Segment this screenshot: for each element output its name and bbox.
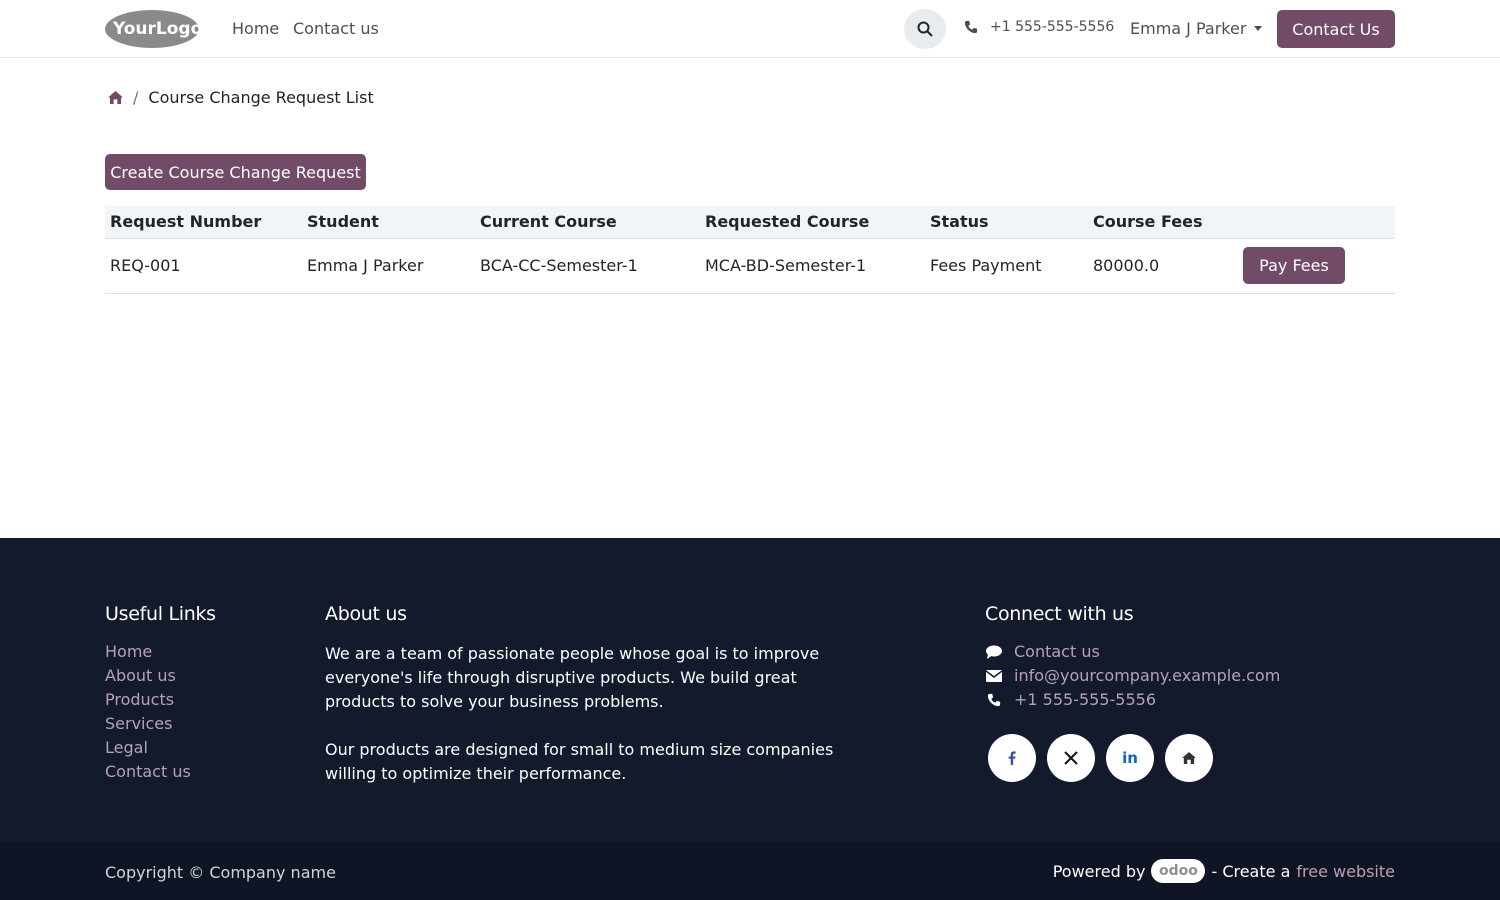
column-header: Student [307,212,379,232]
connect-item: info@yourcompany.example.com [985,666,1280,686]
connect-email-link[interactable]: info@yourcompany.example.com [1014,666,1280,686]
breadcrumb-current: Course Change Request List [148,88,374,107]
connect-item: Contact us [985,642,1280,662]
user-menu[interactable]: Emma J Parker [1130,19,1263,38]
social-links: in [988,734,1213,782]
company-logo[interactable]: YourLogo [105,9,200,49]
column-header: Requested Course [705,212,870,232]
x-icon[interactable] [1047,734,1095,782]
search-icon [917,21,933,37]
search-button[interactable] [904,9,946,49]
footer-link-contact-us[interactable]: Contact us [105,762,191,782]
footer-link-home[interactable]: Home [105,642,191,662]
nav-home[interactable]: Home [232,19,279,38]
about-paragraph-1: We are a team of passionate people whose… [325,644,820,711]
connect-title: Connect with us [985,603,1134,625]
site-header: YourLogo Home Contact us +1 555-555-5556… [0,0,1500,58]
footer-bottom-bar: Copyright © Company name Powered by odoo… [0,841,1500,900]
home-icon[interactable] [1165,734,1213,782]
footer-link-legal[interactable]: Legal [105,738,191,758]
home-icon[interactable] [108,91,123,104]
header-phone[interactable]: +1 555-555-5556 [964,19,1114,35]
request-number-cell: REQ-001 [110,256,181,275]
powered-by-label: Powered by [1052,861,1146,881]
footer-link-services[interactable]: Services [105,714,191,734]
pay-fees-button[interactable]: Pay Fees [1243,247,1345,284]
request-table: Request Number Student Current Course Re… [105,206,1395,294]
about-paragraph-2: Our products are designed for small to m… [325,740,834,783]
course-fees-cell: 80000.0 [1093,256,1160,275]
envelope-icon [985,670,1002,682]
header-phone-number: +1 555-555-5556 [990,19,1115,35]
connect-phone-link[interactable]: +1 555-555-5556 [1014,690,1156,710]
table-header-row: Request Number Student Current Course Re… [105,206,1395,238]
contact-us-button[interactable]: Contact Us [1277,10,1395,48]
useful-links-list: Home About us Products Services Legal Co… [105,642,191,782]
user-name: Emma J Parker [1130,19,1247,38]
phone-icon [964,20,978,34]
nav-contact-us[interactable]: Contact us [293,19,379,38]
column-header: Course Fees [1093,212,1203,232]
action-cell: Pay Fees [1238,238,1395,293]
student-cell: Emma J Parker [307,256,424,275]
phone-icon [985,693,1002,707]
comment-icon [985,645,1002,659]
logo-text: YourLogo [112,19,200,39]
connect-contact-us-link[interactable]: Contact us [1014,642,1100,662]
site-footer: Useful Links Home About us Products Serv… [0,538,1500,841]
requested-course-cell: MCA-BD-Semester-1 [705,256,867,275]
chevron-down-icon [1254,26,1263,31]
current-course-cell: BCA-CC-Semester-1 [480,256,638,275]
create-course-change-request-button[interactable]: Create Course Change Request [105,154,366,190]
connect-item: +1 555-555-5556 [985,690,1280,710]
useful-links-title: Useful Links [105,603,216,625]
column-header [1238,206,1395,238]
create-a-label: - Create a [1211,861,1291,881]
column-header: Request Number [110,212,262,232]
copyright-text: Copyright © Company name [105,863,336,882]
status-cell: Fees Payment [930,256,1042,275]
footer-link-about-us[interactable]: About us [105,666,191,686]
table-row: REQ-001 Emma J Parker BCA-CC-Semester-1 … [105,238,1395,293]
odoo-logo[interactable]: odoo [1151,859,1206,883]
linkedin-icon[interactable]: in [1106,734,1154,782]
footer-link-products[interactable]: Products [105,690,191,710]
breadcrumb-separator: / [133,88,139,107]
breadcrumb: / Course Change Request List [108,88,374,107]
facebook-icon[interactable] [988,734,1036,782]
column-header: Status [930,212,989,232]
powered-by: Powered by odoo - Create a free website [1053,859,1395,883]
connect-list: Contact us info@yourcompany.example.com … [985,642,1280,710]
column-header: Current Course [480,212,617,232]
free-website-link[interactable]: free website [1296,862,1395,881]
about-title: About us [325,603,407,625]
